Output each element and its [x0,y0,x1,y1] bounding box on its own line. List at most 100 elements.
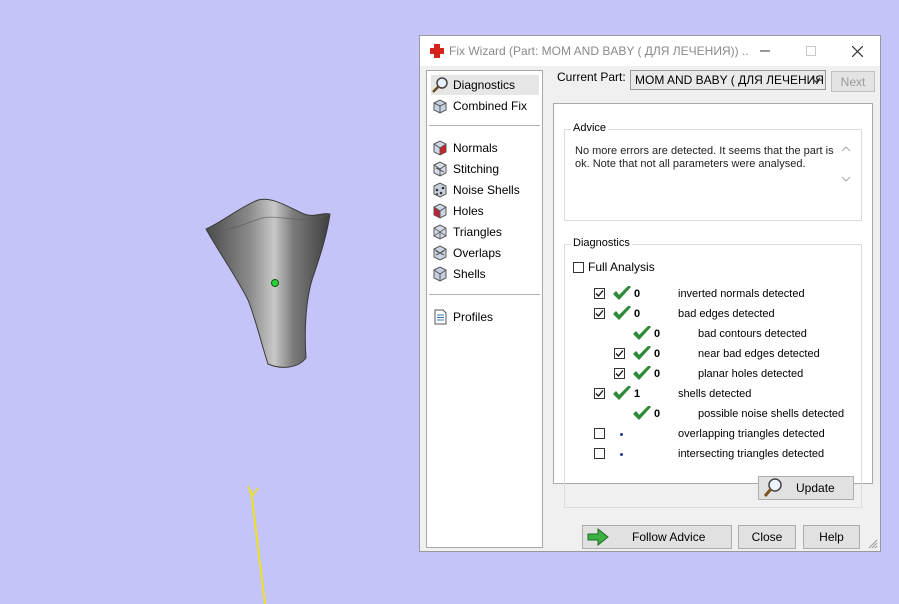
nav-label: Combined Fix [453,99,528,113]
diagnostic-count: 0 [654,408,661,420]
nav-label: Stitching [453,162,500,176]
diagnostic-count: 0 [634,308,641,320]
update-button[interactable]: Update [758,476,854,500]
resize-grip-icon[interactable] [868,539,878,549]
nav-label: Shells [453,267,486,281]
chevron-down-icon [811,77,821,83]
axis-indicator [247,485,266,604]
diagnostic-checkbox[interactable] [594,448,605,459]
diagnostic-checkbox[interactable] [594,288,605,299]
diagnostics-panel: Advice No more errors are detected. It s… [553,103,873,508]
diagnostics-group: Diagnostics Full Analysis 0 inverted norm… [564,237,862,508]
nav-label: Holes [453,204,484,218]
noise-shells-icon [433,182,447,198]
diagnostic-count: 1 [634,388,641,400]
diagnostic-count: 0 [634,288,641,300]
diagnostic-label: intersecting triangles detected [678,448,825,460]
close-button[interactable]: Close [738,525,796,549]
green-check-icon [633,345,651,365]
diagnostic-label: planar holes detected [698,368,804,380]
diagnostic-row: 0 inverted normals detected [565,285,861,305]
full-analysis-label: Full Analysis [588,260,655,274]
diagnostic-row: 0 bad edges detected [565,305,861,325]
nav-label: Triangles [453,225,502,239]
nav-label: Noise Shells [453,183,520,197]
scroll-up-icon[interactable] [839,144,853,154]
green-check-icon [613,385,631,405]
diagnostic-count: 0 [654,328,661,340]
nav-label: Overlaps [453,246,502,260]
pivot-point [271,279,279,287]
advice-group: Advice No more errors are detected. It s… [564,122,862,221]
combined-fix-icon [433,99,447,114]
diagnostic-label: possible noise shells detected [698,408,845,420]
nav-label: Diagnostics [453,78,516,92]
diagnostic-row: 1 shells detected [565,385,861,405]
wizard-nav: Diagnostics Combined Fix Normals Stitchi… [426,70,543,548]
pending-dot-icon [620,453,623,456]
3d-model-part[interactable] [205,198,331,368]
nav-item-shells[interactable]: Shells [431,264,539,284]
diagnostic-count: 0 [654,348,661,360]
diagnostic-label: bad contours detected [698,328,807,340]
nav-item-combined-fix[interactable]: Combined Fix [431,96,539,116]
nav-item-overlaps[interactable]: Overlaps [431,243,539,263]
magnifier-icon [432,77,448,93]
green-check-icon [633,405,651,425]
diagnostic-row: 0 near bad edges detected [565,345,861,365]
nav-item-noise-shells[interactable]: Noise Shells [431,180,539,200]
holes-cube-icon [433,203,447,219]
green-check-icon [633,325,651,345]
full-analysis-checkbox[interactable] [573,261,584,273]
diagnostic-row: 0 possible noise shells detected [565,405,861,425]
triangles-cube-icon [433,224,447,240]
green-check-icon [613,285,631,305]
advice-scrollbar[interactable] [839,144,853,190]
nav-item-normals[interactable]: Normals [431,138,539,158]
normals-cube-icon [433,140,447,156]
diagnostic-row: intersecting triangles detected [565,445,861,465]
advice-title: Advice [571,122,609,134]
pending-dot-icon [620,433,623,436]
diagnostic-checkbox[interactable] [594,428,605,439]
nav-item-holes[interactable]: Holes [431,201,539,221]
current-part-select[interactable]: MOM AND BABY ( ДЛЯ ЛЕЧЕНИЯ [630,70,826,90]
diagnostic-label: shells detected [678,388,752,400]
diagnostic-row: 0 planar holes detected [565,365,861,385]
follow-advice-button[interactable]: Follow Advice [582,525,732,549]
red-cross-icon [430,44,444,58]
diagnostic-label: bad edges detected [678,308,775,320]
diagnostic-label: inverted normals detected [678,288,805,300]
close-window-button[interactable] [834,36,880,66]
diagnostic-checkbox[interactable] [594,308,605,319]
nav-item-triangles[interactable]: Triangles [431,222,539,242]
green-check-icon [613,305,631,325]
green-check-icon [633,365,651,385]
diagnostic-checkbox[interactable] [614,348,625,359]
maximize-icon [806,46,816,56]
close-icon [851,45,863,57]
title-bar[interactable]: Fix Wizard (Part: MOM AND BABY ( ДЛЯ ЛЕЧ… [420,36,880,66]
diagnostic-checkbox[interactable] [594,388,605,399]
maximize-button[interactable] [788,36,834,66]
diagnostic-label: near bad edges detected [698,348,820,360]
document-icon [434,309,447,325]
help-button[interactable]: Help [803,525,860,549]
minimize-icon [760,50,770,52]
next-button[interactable]: Next [831,71,875,92]
arrow-right-icon [587,528,609,546]
fix-wizard-dialog: Fix Wizard (Part: MOM AND BABY ( ДЛЯ ЛЕЧ… [419,35,881,552]
window-title: Fix Wizard (Part: MOM AND BABY ( ДЛЯ ЛЕЧ… [449,44,749,58]
overlaps-cube-icon [433,245,447,261]
full-analysis-option[interactable]: Full Analysis [573,260,655,274]
nav-item-profiles[interactable]: Profiles [431,307,539,327]
advice-text: No more errors are detected. It seems th… [575,145,834,170]
diagnostic-checkbox[interactable] [614,368,625,379]
diagnostic-row: overlapping triangles detected [565,425,861,445]
scroll-down-icon[interactable] [839,174,853,184]
nav-item-stitching[interactable]: Stitching [431,159,539,179]
nav-separator [429,294,540,295]
diagnostic-row: 0 bad contours detected [565,325,861,345]
minimize-button[interactable] [742,36,788,66]
nav-item-diagnostics[interactable]: Diagnostics [431,75,539,95]
